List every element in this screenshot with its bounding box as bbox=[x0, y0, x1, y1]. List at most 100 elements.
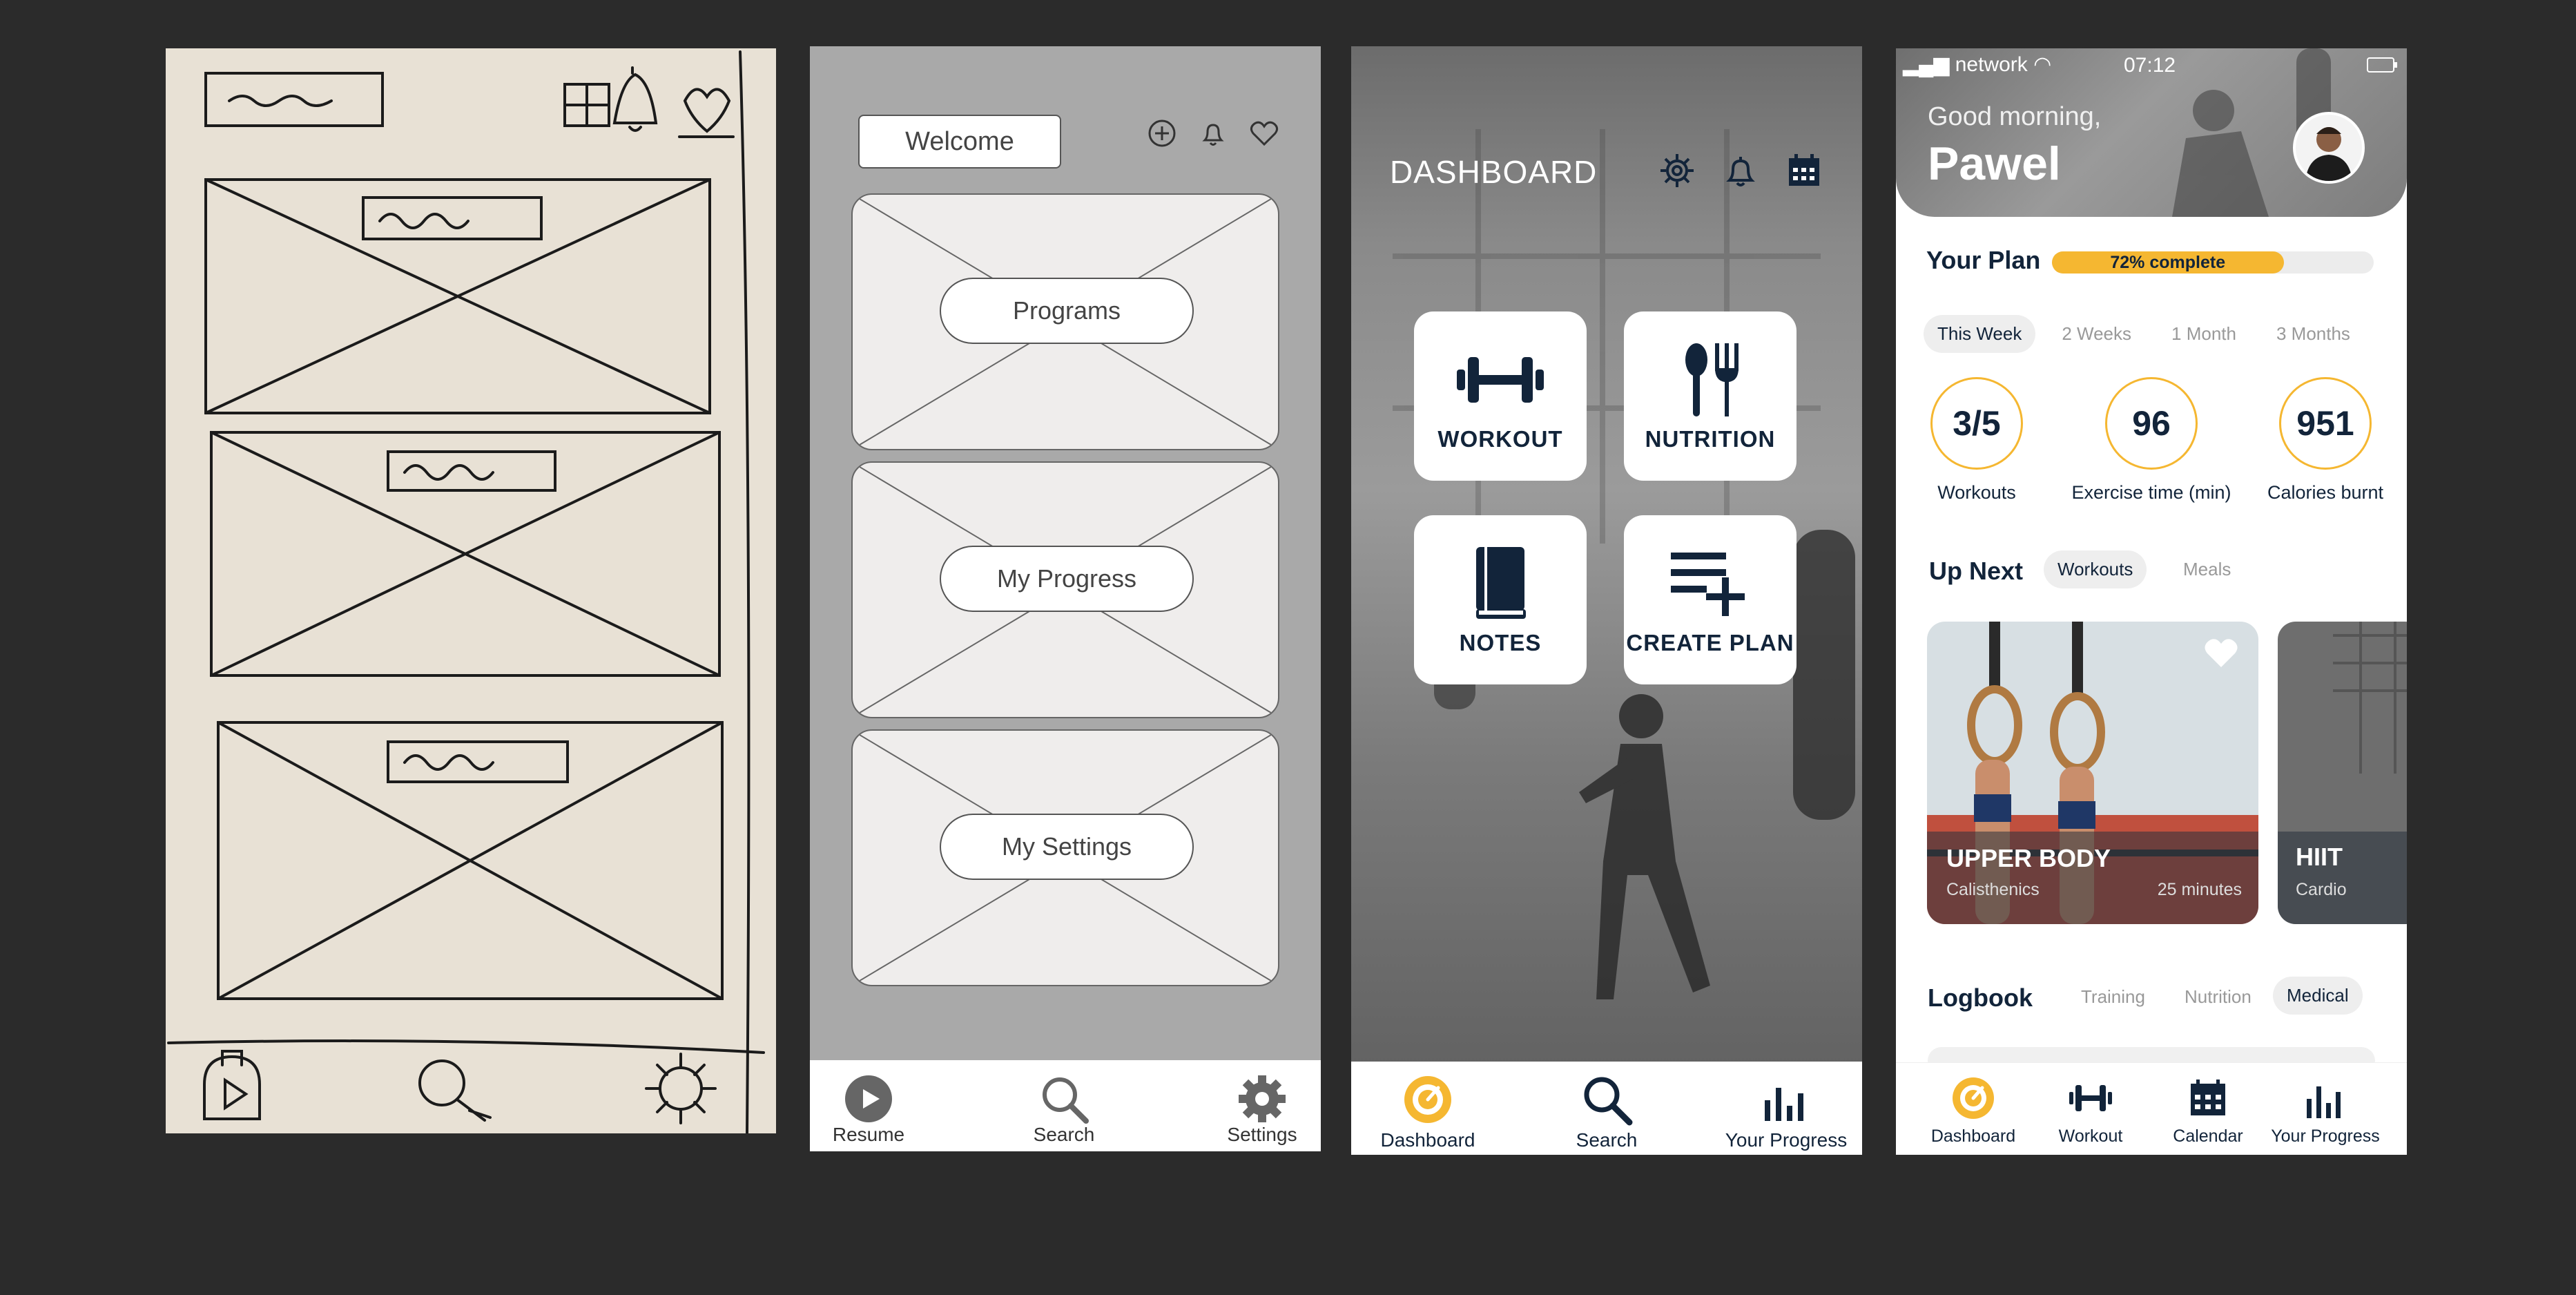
nav-calendar[interactable]: Calendar bbox=[2149, 1074, 2267, 1147]
bar-chart-icon bbox=[1765, 1088, 1803, 1121]
bell-icon[interactable] bbox=[1195, 115, 1231, 151]
wifi-icon: ◠ bbox=[2033, 53, 2052, 76]
logbook-tab-nutrition[interactable]: Nutrition bbox=[2171, 978, 2265, 1016]
notes-tile-label: NOTES bbox=[1459, 630, 1542, 655]
my-settings-button[interactable]: My Settings bbox=[940, 814, 1194, 880]
nav-search[interactable]: Search bbox=[1555, 1073, 1658, 1151]
fork-spoon-icon bbox=[1685, 343, 1739, 416]
dumbbell-icon bbox=[2069, 1085, 2112, 1111]
nav-search[interactable]: Search bbox=[1005, 1073, 1123, 1149]
up-next-tab-workouts[interactable]: Workouts bbox=[2044, 550, 2147, 588]
plan-progress-bar: 72% complete bbox=[2052, 251, 2374, 274]
up-next-title: Up Next bbox=[1929, 557, 2024, 585]
profile-photo bbox=[2305, 127, 2352, 181]
nav-resume-label: Resume bbox=[832, 1124, 905, 1145]
network-label: network bbox=[1955, 53, 2028, 76]
nav-dashboard-label: Dashboard bbox=[1380, 1129, 1475, 1151]
dashboard-panel: DASHBOARD WORKOUT NUTRITION NOTES CREATE… bbox=[1351, 46, 1862, 1155]
nutrition-tile-label: NUTRITION bbox=[1645, 426, 1776, 452]
plan-progress-fill: 72% complete bbox=[2052, 251, 2284, 274]
workout-tile[interactable]: WORKOUT bbox=[1414, 311, 1587, 481]
period-this-week[interactable]: This Week bbox=[1924, 315, 2036, 353]
dashboard-icon bbox=[1404, 1076, 1451, 1123]
workout-category: Calisthenics bbox=[1946, 880, 2040, 899]
period-selector: This Week 2 Weeks 1 Month 3 Months bbox=[1924, 315, 2364, 353]
heart-icon[interactable] bbox=[1246, 115, 1282, 151]
logbook-tab-medical[interactable]: Medical bbox=[2273, 977, 2363, 1015]
favorite-heart-icon[interactable] bbox=[2203, 637, 2239, 669]
my-progress-button[interactable]: My Progress bbox=[940, 546, 1194, 612]
calendar-icon[interactable] bbox=[1783, 150, 1825, 191]
nav-your-progress-label: Your Progress bbox=[1725, 1129, 1848, 1151]
create-plan-tile[interactable]: CREATE PLAN bbox=[1624, 515, 1797, 684]
logbook-title: Logbook bbox=[1928, 984, 2033, 1012]
programs-card[interactable]: Programs bbox=[851, 193, 1279, 450]
gear-icon bbox=[1239, 1075, 1286, 1122]
gear-icon[interactable] bbox=[1656, 150, 1698, 191]
dashboard-title: DASHBOARD bbox=[1390, 154, 1598, 190]
dumbbell-icon bbox=[1457, 357, 1544, 403]
nav-dashboard[interactable]: Dashboard bbox=[1376, 1073, 1480, 1151]
workout-category: Cardio bbox=[2296, 880, 2347, 899]
nav-your-progress-label: Your Progress bbox=[2271, 1126, 2380, 1146]
notes-tile[interactable]: NOTES bbox=[1414, 515, 1587, 684]
play-circle-icon bbox=[845, 1075, 892, 1122]
signal-icon: ▂▄▆ bbox=[1903, 53, 1950, 76]
welcome-label: Welcome bbox=[858, 115, 1061, 169]
programs-button[interactable]: Programs bbox=[940, 278, 1194, 344]
nav-search-label: Search bbox=[1033, 1124, 1095, 1145]
notebook-icon bbox=[1476, 547, 1526, 619]
workout-title: HIIT bbox=[2296, 843, 2343, 871]
nav-workout[interactable]: Workout bbox=[2032, 1074, 2149, 1147]
my-settings-card[interactable]: My Settings bbox=[851, 729, 1279, 986]
nav-resume[interactable]: Resume bbox=[810, 1073, 927, 1149]
nav-calendar-label: Calendar bbox=[2173, 1126, 2243, 1146]
calendar-icon bbox=[2191, 1080, 2225, 1115]
search-icon bbox=[1584, 1077, 1633, 1126]
nav-settings-label: Settings bbox=[1227, 1124, 1297, 1145]
logbook-tab-training[interactable]: Training bbox=[2067, 978, 2159, 1016]
nav-settings[interactable]: Settings bbox=[1203, 1073, 1321, 1149]
status-bar: ▂▄▆ network ◠ bbox=[1903, 52, 2051, 77]
app-panel: ▂▄▆ network ◠ 07:12 Good morning, Pawel … bbox=[1896, 48, 2407, 1155]
add-icon[interactable] bbox=[1144, 115, 1180, 151]
wireframe-panel: Welcome Programs My Progress My Settings bbox=[810, 46, 1321, 1151]
avatar[interactable] bbox=[2293, 112, 2365, 184]
status-time: 07:12 bbox=[2124, 54, 2176, 77]
calories-stat: 951 bbox=[2279, 377, 2372, 470]
nav-your-progress[interactable]: Your Progress bbox=[2267, 1074, 2384, 1147]
nav-dashboard[interactable]: Dashboard bbox=[1915, 1074, 2032, 1147]
dashboard-icon bbox=[1953, 1077, 1994, 1119]
user-name: Pawel bbox=[1928, 137, 2061, 190]
up-next-tab-meals[interactable]: Meals bbox=[2169, 550, 2245, 588]
greeting-text: Good morning, bbox=[1928, 102, 2102, 131]
workout-card-upper-body[interactable]: UPPER BODY Calisthenics 25 minutes bbox=[1927, 622, 2258, 924]
paper-sketch-panel bbox=[166, 48, 776, 1133]
period-1-month[interactable]: 1 Month bbox=[2158, 315, 2250, 353]
nav-your-progress[interactable]: Your Progress bbox=[1724, 1073, 1848, 1151]
app-bottom-nav: Dashboard Workout Calendar Your Progress bbox=[1896, 1062, 2407, 1155]
bell-icon[interactable] bbox=[1720, 150, 1761, 191]
nutrition-tile[interactable]: NUTRITION bbox=[1624, 311, 1797, 481]
period-2-weeks[interactable]: 2 Weeks bbox=[2048, 315, 2145, 353]
calories-stat-label: Calories burnt bbox=[2267, 482, 2384, 503]
hand-drawn-sketch bbox=[167, 50, 765, 1133]
exercise-time-stat: 96 bbox=[2105, 377, 2198, 470]
workout-tile-label: WORKOUT bbox=[1437, 426, 1563, 452]
wireframe-bottom-nav: Resume Search Settings bbox=[810, 1060, 1321, 1151]
dashboard-bottom-nav: Dashboard Search Your Progress bbox=[1351, 1062, 1862, 1155]
bar-chart-icon bbox=[2307, 1086, 2341, 1118]
my-progress-card[interactable]: My Progress bbox=[851, 461, 1279, 718]
nav-search-label: Search bbox=[1576, 1129, 1638, 1151]
workouts-stat-label: Workouts bbox=[1937, 482, 2016, 503]
workout-card-hiit[interactable]: HIIT Cardio bbox=[2278, 622, 2407, 924]
workout-duration: 25 minutes bbox=[2157, 880, 2242, 899]
search-icon bbox=[1043, 1077, 1089, 1124]
header-hero: ▂▄▆ network ◠ 07:12 Good morning, Pawel bbox=[1896, 48, 2407, 217]
battery-icon bbox=[2367, 57, 2397, 73]
workouts-stat: 3/5 bbox=[1930, 377, 2023, 470]
period-3-months[interactable]: 3 Months bbox=[2263, 315, 2364, 353]
exercise-time-stat-label: Exercise time (min) bbox=[2071, 482, 2231, 503]
plan-title: Your Plan bbox=[1926, 246, 2041, 274]
nav-dashboard-label: Dashboard bbox=[1930, 1126, 2016, 1146]
